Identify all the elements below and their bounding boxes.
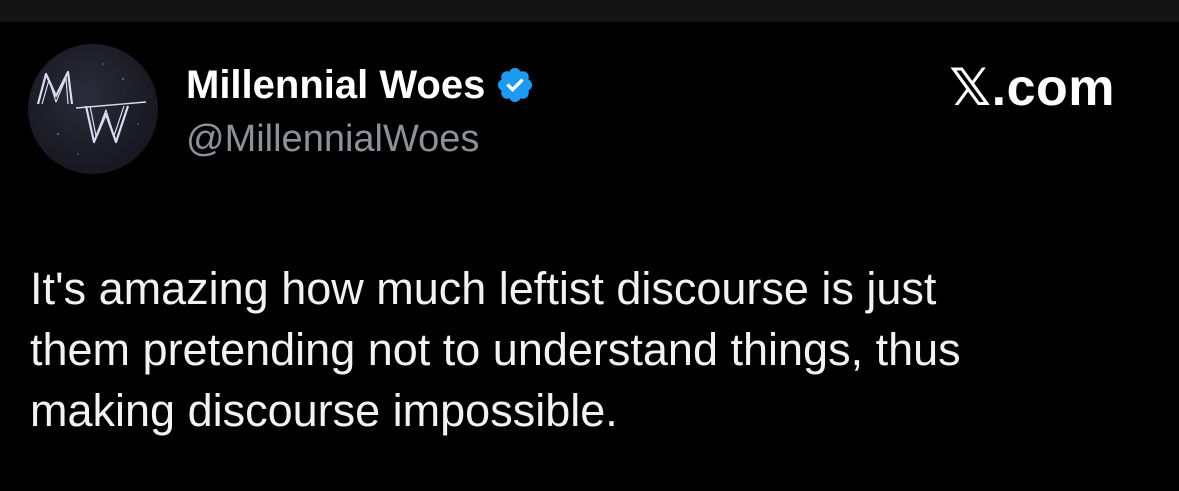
top-strip — [0, 0, 1179, 22]
avatar[interactable] — [28, 44, 158, 174]
verified-checkmark-icon — [498, 67, 533, 103]
author-name-text: Millennial Woes — [186, 63, 486, 107]
author-display-name[interactable]: Millennial Woes — [186, 58, 535, 112]
site-label: 𝕏.com — [949, 59, 1115, 117]
mw-monogram-icon — [36, 63, 147, 155]
author-handle[interactable]: @MillennialWoes — [186, 113, 479, 165]
post-text: It's amazing how much leftist discourse … — [30, 263, 961, 436]
